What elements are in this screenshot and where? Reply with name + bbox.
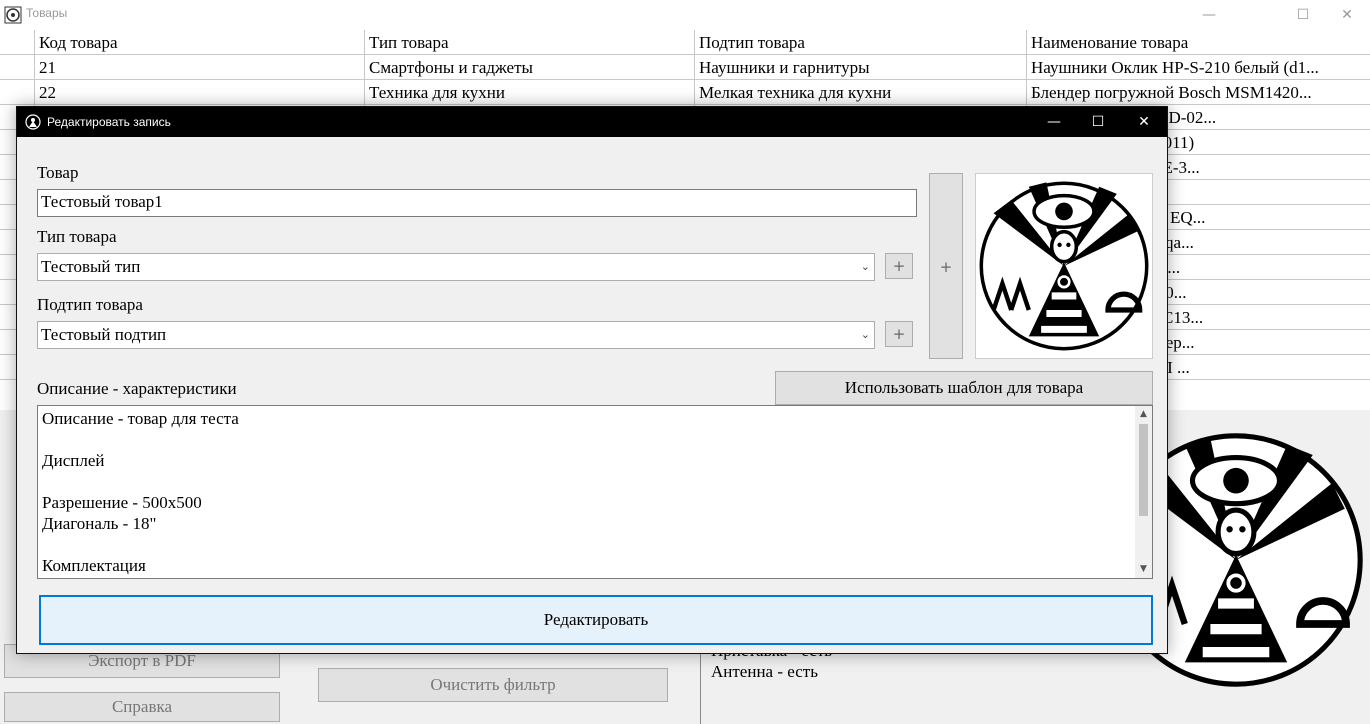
table-row[interactable]: 21 Смартфоны и гаджеты Наушники и гарнитур… [0,55,1370,80]
product-subtype-select[interactable]: Тестовый подтип ⌄ [37,321,875,349]
dialog-maximize-button[interactable]: ☐ [1075,107,1121,137]
clear-filter-button[interactable]: Очистить фильтр [318,668,668,702]
table-cell: Наушники Оклик HP-S-210 белый (d1... [1026,55,1370,80]
grid-column-header[interactable]: Наименование товара [1026,30,1370,55]
chevron-down-icon: ⌄ [860,260,870,273]
help-button[interactable]: Справка [4,692,280,722]
close-button[interactable]: ✕ [1324,0,1370,30]
scrollbar-thumb[interactable] [1139,424,1148,516]
product-subtype-value: Тестовый подтип [41,325,167,344]
scroll-down-icon[interactable]: ▼ [1135,561,1152,578]
maximize-button[interactable]: ☐ [1280,0,1326,30]
main-window-title: Товары [26,6,68,20]
description-line: Дисплей [42,451,105,470]
description-line: Комплектация [42,556,146,575]
product-subtype-label: Подтип товара [37,295,143,314]
add-image-button[interactable]: + [929,173,963,359]
grid-column-header[interactable]: Код товара [34,30,364,55]
dialog-close-button[interactable]: ✕ [1121,107,1167,137]
grid-column-header[interactable]: Подтип товара [694,30,1026,55]
dialog-minimize-button[interactable]: — [1031,107,1077,137]
grid-header-row: Код товара Тип товара Подтип товара Наимено… [0,30,1370,55]
description-line [42,429,239,450]
table-cell: 22 [34,80,364,105]
table-cell: Техника для кухни [364,80,694,105]
add-subtype-button[interactable]: + [885,321,913,347]
add-type-button[interactable]: + [885,253,913,279]
description-label: Описание - характеристики [37,379,237,398]
description-line: Диагональ - 18" [42,514,157,533]
description-text: Описание - товар для теста Дисплей Разреше… [42,408,239,576]
description-line [42,471,239,492]
product-type-value: Тестовый тип [41,257,141,276]
product-type-select[interactable]: Тестовый тип ⌄ [37,253,875,281]
dialog-title: Редактировать запись [47,115,171,129]
main-titlebar: Товары — ☐ ✕ [0,0,1370,30]
table-cell: Мелкая техника для кухни [694,80,1026,105]
edit-submit-button[interactable]: Редактировать [39,595,1153,645]
chevron-down-icon: ⌄ [860,328,870,341]
description-line: Описание - товар для теста [42,409,239,428]
use-template-button[interactable]: Использовать шаблон для товара [775,371,1153,405]
table-cell: Наушники и гарнитуры [694,55,1026,80]
table-row[interactable]: 22 Техника для кухни Мелкая техника для ку… [0,80,1370,105]
minimize-button[interactable]: — [1186,0,1232,30]
product-logo-image [979,181,1149,351]
table-cell: Блендер погружной Bosch MSM1420... [1026,80,1370,105]
description-line [42,534,239,555]
scroll-up-icon[interactable]: ▲ [1135,406,1152,423]
description-line: Разрешение - 500х500 [42,493,202,512]
grid-column-header[interactable]: Тип товара [364,30,694,55]
edit-record-dialog: Редактировать запись — ☐ ✕ Товар Тестовы… [16,106,1168,654]
product-type-label: Тип товара [37,227,117,246]
description-scrollbar[interactable]: ▲ ▼ [1135,406,1152,578]
preview-line: Антенна - есть [711,662,818,681]
product-label: Товар [37,163,79,182]
product-name-input[interactable]: Тестовый товар1 [37,189,917,217]
table-cell: 21 [34,55,364,80]
dialog-titlebar: Редактировать запись — ☐ ✕ [17,107,1167,137]
app-logo-icon [4,6,22,24]
description-textarea[interactable]: Описание - товар для теста Дисплей Разреше… [37,405,1153,579]
app-logo-icon [25,114,41,130]
table-cell: Смартфоны и гаджеты [364,55,694,80]
product-image-box [975,173,1153,359]
